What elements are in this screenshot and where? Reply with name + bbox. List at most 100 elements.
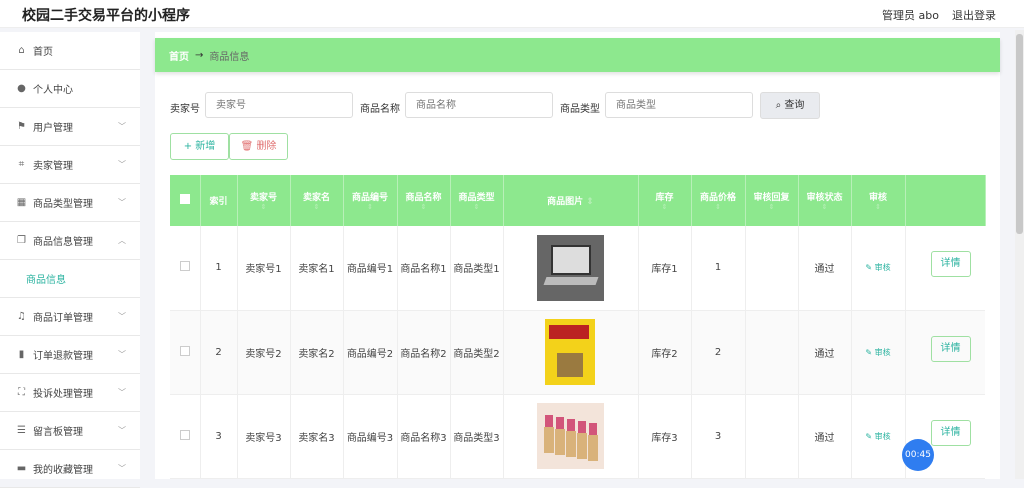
sort-icon[interactable]: ⇕ — [852, 203, 905, 211]
flag-icon: ⚑ — [17, 121, 26, 132]
column-header[interactable]: 卖家名 ⇕ — [290, 175, 344, 226]
sidebar-item[interactable]: ▬ 我的收藏管理 ﹀ — [0, 450, 140, 488]
cell-type: 商品类型3 — [450, 394, 504, 479]
breadcrumb-home[interactable]: 首页 — [169, 48, 189, 63]
column-header[interactable]: 商品编号 ⇕ — [343, 175, 398, 226]
sidebar-subitem-product-info[interactable]: 商品信息 — [0, 260, 140, 298]
audit-link[interactable]: ✎ 审核 — [865, 432, 890, 441]
sidebar-item-label: 商品类型管理 — [33, 199, 93, 210]
bell-icon: ♫ — [17, 311, 26, 322]
sort-icon[interactable]: ⇕ — [344, 203, 397, 211]
cell-stock: 库存1 — [638, 226, 692, 311]
sort-icon[interactable]: ⇕ — [238, 203, 290, 211]
seller-input[interactable] — [205, 92, 353, 118]
sort-icon[interactable]: ⇕ — [746, 203, 798, 211]
column-header[interactable]: 审核状态 ⇕ — [798, 175, 852, 226]
column-header[interactable]: 商品价格 ⇕ — [691, 175, 746, 226]
chevron-down-icon: ﹀ — [118, 388, 126, 397]
cell-idx: 1 — [200, 226, 238, 311]
cell-actions: 详情 — [905, 226, 985, 311]
column-header[interactable]: 索引 — [200, 175, 238, 226]
breadcrumb: 首页 → 商品信息 — [155, 38, 1000, 72]
admin-label: 管理员 abo — [882, 9, 939, 22]
product-image-laptop — [537, 234, 604, 301]
cell-code: 商品编号2 — [343, 310, 398, 395]
chart-icon: ▦ — [16, 197, 27, 208]
timer-badge: 00:45 — [902, 439, 934, 471]
sidebar-item-label: 商品订单管理 — [33, 313, 93, 324]
edit-icon: ✎ — [865, 347, 875, 357]
cell-status: 通过 — [798, 310, 852, 395]
column-header[interactable]: 商品图片 ⇕ — [503, 175, 639, 226]
column-header[interactable]: 审核 ⇕ — [851, 175, 906, 226]
sort-icon[interactable]: ⇕ — [799, 203, 851, 211]
cell-name: 商品名称3 — [397, 394, 451, 479]
sort-icon[interactable]: ⇕ — [692, 203, 745, 211]
sidebar-item-label: 卖家管理 — [33, 161, 73, 172]
sidebar-item-label: 首页 — [33, 47, 53, 58]
column-header[interactable]: 库存 ⇕ — [638, 175, 692, 226]
cell-audit: ✎ 审核 — [851, 226, 906, 311]
cell-type: 商品类型2 — [450, 310, 504, 395]
column-header[interactable]: 审核回复 ⇕ — [745, 175, 799, 226]
cell-idx: 3 — [200, 394, 238, 479]
sidebar-item[interactable]: ▦ 商品类型管理 ﹀ — [0, 184, 140, 222]
cell-actions: 详情 — [905, 310, 985, 395]
cell-seller_no: 卖家号3 — [237, 394, 291, 479]
sort-icon[interactable]: ⇕ — [398, 203, 450, 211]
delete-button[interactable]: 🗑 删除 — [229, 133, 288, 160]
row-checkbox[interactable] — [170, 310, 201, 395]
cell-status: 通过 — [798, 226, 852, 311]
top-bar: 校园二手交易平台的小程序 管理员 abo 退出登录 — [0, 0, 1024, 28]
add-button[interactable]: + 新增 — [170, 133, 229, 160]
scrollbar-thumb[interactable] — [1016, 34, 1023, 234]
sidebar-item[interactable]: ● 个人中心 — [0, 70, 140, 108]
chevron-down-icon: ﹀ — [118, 198, 126, 207]
trash-icon: ▮ — [18, 349, 25, 360]
sidebar-item[interactable]: ⌗ 卖家管理 ﹀ — [0, 146, 140, 184]
detail-button[interactable]: 详情 — [930, 335, 971, 362]
crop-icon: ⌗ — [18, 159, 25, 170]
cell-type: 商品类型1 — [450, 226, 504, 311]
sidebar-item[interactable]: ❐ 商品信息管理 ︿ — [0, 222, 140, 260]
name-input[interactable] — [405, 92, 553, 118]
sidebar-item[interactable]: ♫ 商品订单管理 ﹀ — [0, 298, 140, 336]
cell-stock: 库存2 — [638, 310, 692, 395]
row-checkbox[interactable] — [170, 394, 201, 479]
table-row: 2 卖家号2 卖家名2 商品编号2 商品名称2 商品类型2 库存2 2 通过 ✎ 审核 详情 — [170, 310, 985, 395]
cell-price: 2 — [691, 310, 746, 395]
cell-name: 商品名称2 — [397, 310, 451, 395]
chevron-down-icon: ﹀ — [118, 350, 126, 359]
query-label: 查询 — [784, 100, 805, 111]
cell-reply — [745, 226, 799, 311]
select-all-checkbox[interactable] — [170, 175, 201, 226]
row-checkbox[interactable] — [170, 226, 201, 311]
column-header[interactable]: 商品名称 ⇕ — [397, 175, 451, 226]
detail-button[interactable]: 详情 — [930, 251, 971, 278]
detail-button[interactable]: 详情 — [930, 419, 971, 446]
sort-icon[interactable]: ⇕ — [291, 203, 343, 211]
query-button[interactable]: ⌕ 查询 — [760, 92, 820, 119]
sort-icon[interactable]: ⇕ — [586, 197, 594, 207]
type-label: 商品类型 — [560, 104, 600, 115]
scrollbar[interactable] — [1015, 30, 1024, 479]
column-header[interactable]: 商品类型 ⇕ — [450, 175, 504, 226]
chevron-down-icon: ﹀ — [118, 426, 126, 435]
home-icon: ⌂ — [18, 45, 25, 56]
sort-icon[interactable]: ⇕ — [451, 203, 503, 211]
audit-link[interactable]: ✎ 审核 — [865, 348, 890, 357]
sidebar-item[interactable]: ⌂ 首页 — [0, 32, 140, 70]
sidebar-item[interactable]: ▮ 订单退款管理 ﹀ — [0, 336, 140, 374]
audit-link[interactable]: ✎ 审核 — [865, 263, 890, 272]
chevron-down-icon: ﹀ — [118, 312, 126, 321]
sidebar-item[interactable]: ⛶ 投诉处理管理 ﹀ — [0, 374, 140, 412]
sidebar-item[interactable]: ⚑ 用户管理 ﹀ — [0, 108, 140, 146]
column-header[interactable]: 卖家号 ⇕ — [237, 175, 291, 226]
type-input[interactable] — [605, 92, 753, 118]
main-panel: 首页 → 商品信息 卖家号 商品名称 商品类型 ⌕ 查询 + 新增 🗑 删除 索… — [155, 32, 1000, 479]
sidebar-item[interactable]: ☰ 留言板管理 ﹀ — [0, 412, 140, 450]
sort-icon[interactable]: ⇕ — [639, 203, 691, 211]
logout-link[interactable]: 退出登录 — [952, 7, 996, 23]
trash-icon: 🗑 — [240, 141, 257, 152]
table-header: 索引 卖家号 ⇕ 卖家名 ⇕ 商品编号 ⇕ 商品名称 ⇕ 商品类型 ⇕ 商品图片 ⇕ 库存 ⇕ 商品价格 ⇕ 审… — [170, 175, 986, 226]
